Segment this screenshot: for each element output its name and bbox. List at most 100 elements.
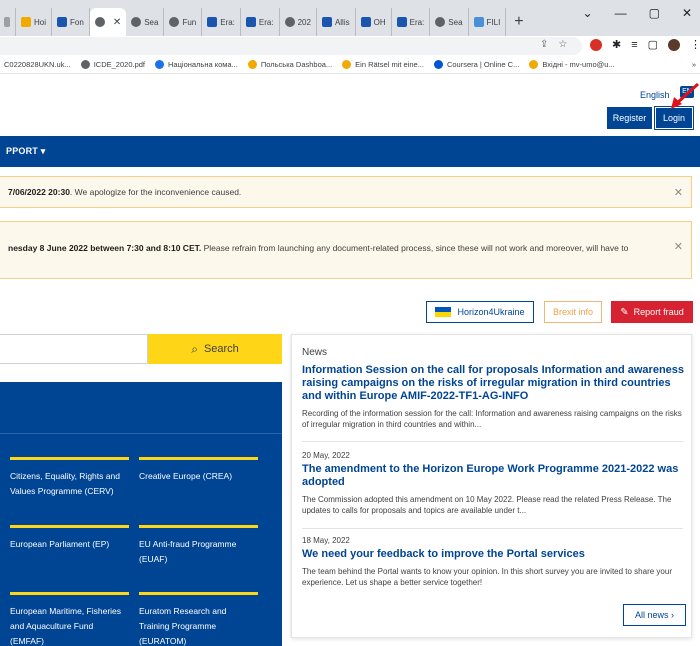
news-title-link[interactable]: Information Session on the call for prop… xyxy=(302,364,687,403)
news-date: 18 May, 2022 xyxy=(302,536,350,545)
minimize-icon[interactable]: — xyxy=(615,6,627,20)
news-panel: News Information Session on the call for… xyxy=(291,334,692,638)
browser-tab[interactable]: Allis xyxy=(317,8,356,36)
tab-search-icon[interactable]: ⌄ xyxy=(583,6,593,20)
tab-title: FILI xyxy=(486,17,501,27)
globe-icon xyxy=(131,17,142,27)
globe-icon xyxy=(284,17,295,27)
bookmark-item[interactable]: Національна кома... xyxy=(155,60,238,69)
globe-icon xyxy=(169,17,180,27)
news-description: The team behind the Portal wants to know… xyxy=(302,567,672,587)
share-icon[interactable]: ⇪ xyxy=(540,39,548,50)
programme-link[interactable]: Citizens, Equality, Rights and Values Pr… xyxy=(10,457,129,499)
browser-tab[interactable]: Hoi xyxy=(16,8,53,36)
programmes-panel: Citizens, Equality, Rights and Values Pr… xyxy=(0,382,282,646)
bookmark-item[interactable]: Ein Rätsel mit eine... xyxy=(342,60,424,69)
red-arrow-annotation-icon xyxy=(671,82,700,109)
address-bar[interactable] xyxy=(0,37,582,55)
browser-tab[interactable]: 202 xyxy=(280,8,317,36)
close-icon[interactable]: ✕ xyxy=(674,186,683,199)
bookmark-item[interactable]: Польська Dashboa... xyxy=(247,60,332,69)
tab-title: Sea xyxy=(448,17,463,27)
browser-tab[interactable]: FILI xyxy=(469,8,507,36)
edit-icon: ✎ xyxy=(620,306,629,318)
browser-tab[interactable]: Fun xyxy=(164,8,203,36)
coursera-icon xyxy=(433,60,443,69)
news-title-link[interactable]: We need your feedback to improve the Por… xyxy=(302,548,687,561)
globe-icon xyxy=(80,60,90,69)
browser-tab[interactable]: Sea xyxy=(430,8,469,36)
brexit-info-button[interactable]: Brexit info xyxy=(544,301,602,323)
nav-support-menu[interactable]: PPORT ▾ xyxy=(6,146,45,157)
tab-title: Era: xyxy=(409,17,425,27)
restore-icon[interactable]: ▢ xyxy=(649,6,660,20)
side-panel-icon[interactable]: ▢ xyxy=(648,38,658,51)
profile-avatar[interactable] xyxy=(668,38,681,51)
report-fraud-button[interactable]: ✎ Report fraud xyxy=(611,301,693,323)
tab-title: Allis xyxy=(334,17,350,27)
tab-favicon-icon xyxy=(57,17,68,27)
browser-tab[interactable]: OH xyxy=(356,8,392,36)
browser-tab[interactable]: Era: xyxy=(392,8,431,36)
tab-title: Sea xyxy=(144,17,159,27)
programme-link[interactable]: Euratom Research and Training Programme … xyxy=(139,592,258,646)
alert-text: nesday 8 June 2022 between 7:30 and 8:10… xyxy=(8,243,629,253)
bookmark-item[interactable]: C0220828UKN.uk... xyxy=(4,60,71,69)
bookmark-item[interactable]: ICDE_2020.pdf xyxy=(80,60,145,69)
news-divider xyxy=(302,441,683,442)
news-description: Recording of the information session for… xyxy=(302,409,682,429)
news-date: 20 May, 2022 xyxy=(302,451,350,460)
adblock-extension-icon[interactable] xyxy=(590,38,602,51)
bookmark-item[interactable]: Вхідні - mv-umo@u... xyxy=(529,60,615,69)
programme-link[interactable]: European Maritime, Fisheries and Aquacul… xyxy=(10,592,129,646)
search-button[interactable]: ⌕ Search xyxy=(148,334,282,364)
bookmark-item[interactable]: Coursera | Online C... xyxy=(433,60,519,69)
tab-favicon-icon xyxy=(4,17,10,27)
alert-text: 7/06/2022 20:30. We apologize for the in… xyxy=(8,187,242,197)
horizon4ukraine-button[interactable]: Horizon4Ukraine xyxy=(426,301,534,323)
news-heading: News xyxy=(302,347,328,358)
news-divider xyxy=(302,528,683,529)
news-item: 18 May, 2022 We need your feedback to im… xyxy=(302,536,687,588)
browser-tab[interactable]: Era: xyxy=(241,8,280,36)
close-window-icon[interactable]: ✕ xyxy=(682,6,692,20)
browser-tab[interactable] xyxy=(2,8,16,36)
programme-link[interactable]: Creative Europe (CREA) xyxy=(139,457,258,484)
eu-flag-icon xyxy=(360,17,371,27)
globe-icon xyxy=(435,17,446,27)
news-title-link[interactable]: The amendment to the Horizon Europe Work… xyxy=(302,463,687,489)
window-controls: ⌄ — ▢ ✕ xyxy=(583,6,700,20)
globe-icon xyxy=(94,17,105,27)
register-button[interactable]: Register xyxy=(607,107,652,129)
programme-link[interactable]: EU Anti-fraud Programme (EUAF) xyxy=(139,525,258,567)
extension-icons: ✱ ≡ ▢ ⋮ xyxy=(590,38,700,51)
tab-title: Fun xyxy=(182,17,197,27)
language-selector[interactable]: English xyxy=(640,90,670,100)
bookmark-star-icon[interactable]: ☆ xyxy=(558,39,567,50)
tab-favicon-icon xyxy=(21,17,31,27)
browser-tab[interactable]: Fon xyxy=(52,8,90,36)
toolbar: ⇪ ☆ ✱ ≡ ▢ ⋮ xyxy=(0,36,700,56)
news-description: The Commission adopted this amendment on… xyxy=(302,495,672,515)
bookmarks-bar: C0220828UKN.uk... ICDE_2020.pdf Націонал… xyxy=(0,56,700,74)
browser-tab[interactable]: Era: xyxy=(202,8,241,36)
programme-link[interactable]: European Parliament (EP) xyxy=(10,525,129,552)
all-news-button[interactable]: All news › xyxy=(623,604,686,626)
close-tab-icon[interactable]: ✕ xyxy=(113,17,121,28)
reading-list-icon[interactable]: ≡ xyxy=(631,39,637,51)
new-tab-button[interactable]: + xyxy=(506,8,531,36)
close-icon[interactable]: ✕ xyxy=(674,240,683,253)
pin-icon xyxy=(342,60,352,69)
maintenance-alert: 7/06/2022 20:30. We apologize for the in… xyxy=(0,176,692,208)
tab-title: Hoi xyxy=(34,17,47,27)
browser-tab[interactable]: Sea xyxy=(126,8,165,36)
puzzle-extension-icon[interactable]: ✱ xyxy=(612,38,621,51)
login-button[interactable]: Login xyxy=(654,106,694,130)
search-input[interactable] xyxy=(0,334,148,364)
more-bookmarks-icon[interactable]: » xyxy=(692,60,700,69)
browser-menu-icon[interactable]: ⋮ xyxy=(690,38,700,51)
eu-flag-icon xyxy=(396,17,407,27)
eu-flag-icon xyxy=(321,17,332,27)
maintenance-alert: nesday 8 June 2022 between 7:30 and 8:10… xyxy=(0,221,692,279)
browser-tab-active[interactable]: ✕ xyxy=(89,8,127,36)
